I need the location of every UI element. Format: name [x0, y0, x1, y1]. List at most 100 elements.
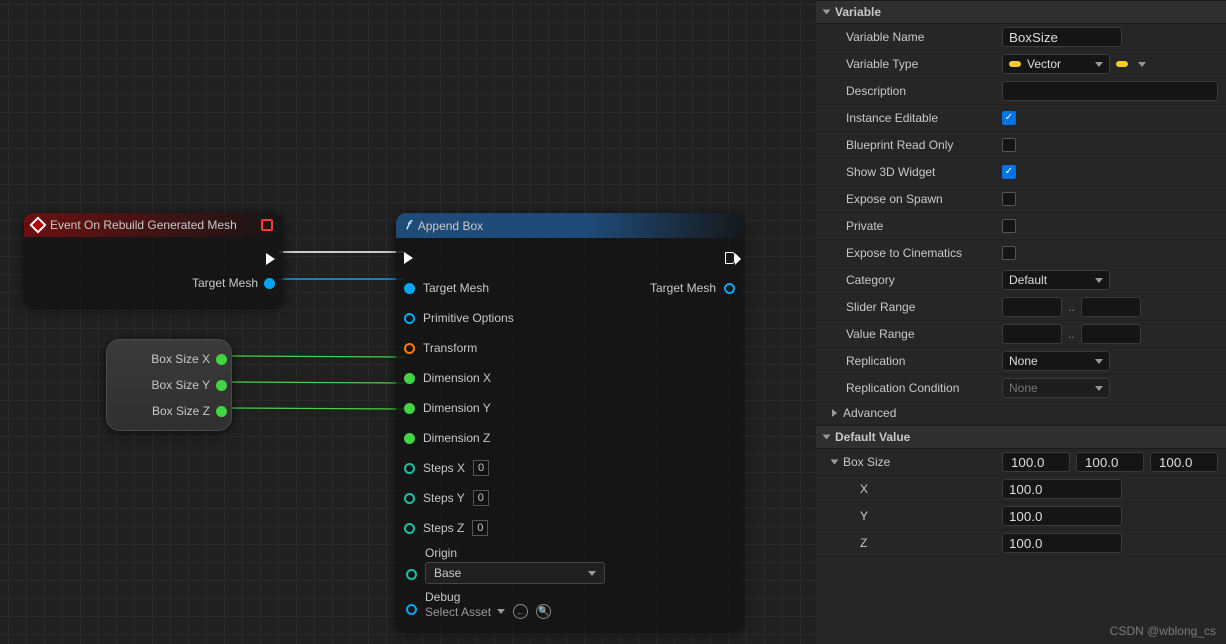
pin-label: Steps Z [423, 521, 464, 535]
section-title: Advanced [843, 406, 896, 420]
instance-editable-checkbox[interactable] [1002, 111, 1016, 125]
target-mesh-in-pin[interactable] [404, 283, 415, 294]
primitive-options-pin[interactable] [404, 313, 415, 324]
row-description: Description [816, 78, 1226, 105]
prop-label: Expose on Spawn [816, 192, 1002, 206]
expand-icon[interactable] [831, 460, 839, 465]
expand-icon [823, 435, 831, 440]
variable-type-dropdown[interactable]: Vector [1002, 54, 1110, 74]
box-size-y-pin[interactable] [216, 380, 227, 391]
node-header[interactable]: Event On Rebuild Generated Mesh [24, 213, 283, 237]
target-mesh-out-pin[interactable] [264, 278, 275, 289]
exec-out-pin[interactable] [725, 252, 735, 264]
expose-on-spawn-checkbox[interactable] [1002, 192, 1016, 206]
variable-name-input[interactable] [1002, 27, 1122, 47]
section-title: Variable [835, 5, 881, 19]
box-size-z-pin[interactable] [216, 406, 227, 417]
node-title: Event On Rebuild Generated Mesh [50, 218, 237, 232]
debug-pin[interactable] [406, 604, 417, 615]
slider-range-min-input[interactable] [1002, 297, 1062, 317]
node-append-box[interactable]: 𝑓 Append Box Target Mesh Primitive Optio… [396, 213, 743, 631]
prop-label: Variable Name [816, 30, 1002, 44]
prop-label: Show 3D Widget [816, 165, 1002, 179]
pin-label: Dimension Y [423, 401, 491, 415]
replication-dropdown[interactable]: None [1002, 351, 1110, 371]
replication-condition-dropdown: None [1002, 378, 1110, 398]
steps-x-pin[interactable] [404, 463, 415, 474]
steps-y-value[interactable]: 0 [473, 490, 489, 506]
steps-y-pin[interactable] [404, 493, 415, 504]
expand-icon [832, 409, 837, 417]
expand-icon [823, 10, 831, 15]
box-size-y-input[interactable] [1076, 452, 1144, 472]
value-range-max-input[interactable] [1081, 324, 1141, 344]
blueprint-read-only-checkbox[interactable] [1002, 138, 1016, 152]
steps-x-value[interactable]: 0 [473, 460, 489, 476]
origin-pin[interactable] [406, 569, 417, 580]
blueprint-graph[interactable]: Event On Rebuild Generated Mesh Target M… [0, 0, 816, 644]
chevron-down-icon [1095, 359, 1103, 364]
transform-pin[interactable] [404, 343, 415, 354]
section-variable[interactable]: Variable [816, 0, 1226, 24]
dimension-z-pin[interactable] [404, 433, 415, 444]
prop-label: Private [816, 219, 1002, 233]
row-category: Category Default [816, 267, 1226, 294]
row-box-size-y: Y [816, 503, 1226, 530]
node-title: Append Box [418, 219, 483, 233]
prop-label: Slider Range [816, 300, 1002, 314]
exec-in-pin[interactable] [404, 252, 413, 264]
pin-label: Target Mesh [423, 281, 489, 295]
category-dropdown[interactable]: Default [1002, 270, 1110, 290]
pin-label: Steps Y [423, 491, 465, 505]
value-range-min-input[interactable] [1002, 324, 1062, 344]
target-mesh-out-pin[interactable] [724, 283, 735, 294]
slider-range-max-input[interactable] [1081, 297, 1141, 317]
row-expose-to-cinematics: Expose to Cinematics [816, 240, 1226, 267]
browse-icon[interactable]: 🔍 [536, 604, 551, 619]
section-advanced[interactable]: Advanced [816, 402, 1226, 425]
prop-label: Variable Type [816, 57, 1002, 71]
expose-to-cinematics-checkbox[interactable] [1002, 246, 1016, 260]
dimension-x-pin[interactable] [404, 373, 415, 384]
exec-out-pin[interactable] [266, 253, 275, 265]
box-size-z-component-input[interactable] [1002, 533, 1122, 553]
debug-asset-value[interactable]: Select Asset [425, 605, 491, 619]
box-size-y-component-input[interactable] [1002, 506, 1122, 526]
section-default-value[interactable]: Default Value [816, 425, 1226, 449]
chevron-down-icon [1138, 62, 1146, 67]
chevron-down-icon [1095, 386, 1103, 391]
container-type-dropdown[interactable] [1116, 61, 1146, 67]
variable-type-value: Vector [1027, 57, 1061, 71]
private-checkbox[interactable] [1002, 219, 1016, 233]
box-size-x-pin[interactable] [216, 354, 227, 365]
dimension-y-pin[interactable] [404, 403, 415, 414]
prop-label: Blueprint Read Only [816, 138, 1002, 152]
node-event-on-rebuild-generated-mesh[interactable]: Event On Rebuild Generated Mesh Target M… [24, 213, 283, 307]
chevron-down-icon [588, 571, 596, 576]
row-replication-condition: Replication Condition None [816, 375, 1226, 402]
prop-label: Replication Condition [816, 381, 1002, 395]
show-3d-widget-checkbox[interactable] [1002, 165, 1016, 179]
prop-label: Value Range [816, 327, 1002, 341]
row-box-size: Box Size [816, 449, 1226, 476]
box-size-z-input[interactable] [1150, 452, 1218, 472]
use-selected-icon[interactable]: ← [513, 604, 528, 619]
pin-label: Target Mesh [192, 276, 258, 290]
chevron-down-icon [497, 609, 505, 614]
row-box-size-z: Z [816, 530, 1226, 557]
box-size-x-input[interactable] [1002, 452, 1070, 472]
origin-dropdown[interactable]: Base [425, 562, 605, 584]
vector-type-icon [1009, 61, 1021, 67]
description-input[interactable] [1002, 81, 1218, 101]
pin-label: Origin [425, 546, 605, 560]
box-size-x-component-input[interactable] [1002, 479, 1122, 499]
breakpoint-icon[interactable] [261, 219, 273, 231]
steps-z-value[interactable]: 0 [472, 520, 488, 536]
node-box-size-split[interactable]: Box Size X Box Size Y Box Size Z [106, 339, 232, 431]
steps-z-pin[interactable] [404, 523, 415, 534]
pin-label: Transform [423, 341, 477, 355]
prop-label: Category [816, 273, 1002, 287]
node-header[interactable]: 𝑓 Append Box [396, 213, 743, 238]
event-icon [30, 217, 47, 234]
row-private: Private [816, 213, 1226, 240]
